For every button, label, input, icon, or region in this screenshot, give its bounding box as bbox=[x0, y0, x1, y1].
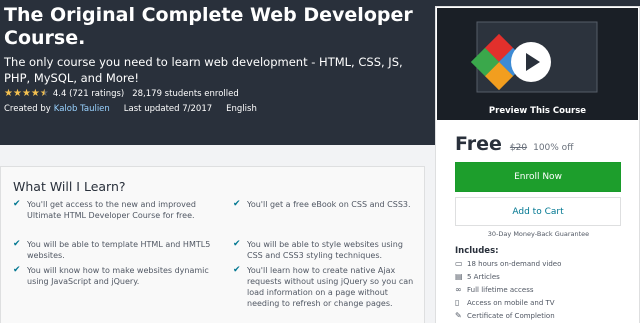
mobile-icon: ▯ bbox=[455, 298, 460, 307]
star-icon: ★ bbox=[4, 88, 13, 99]
video-icon: ▭ bbox=[455, 259, 463, 268]
learn-item: ✔ You will be able to style websites usi… bbox=[233, 239, 418, 261]
learn-item: ✔ You will be able to template HTML and … bbox=[13, 239, 213, 261]
course-preview[interactable]: Preview This Course bbox=[437, 8, 638, 120]
check-icon: ✔ bbox=[233, 199, 241, 209]
learn-item-text: You will be able to style websites using… bbox=[247, 240, 403, 260]
learn-item-text: You will be able to template HTML and HM… bbox=[27, 240, 211, 260]
created-by-label: Created by bbox=[4, 104, 51, 114]
learn-item: ✔ You'll get a free eBook on CSS and CSS… bbox=[233, 199, 418, 210]
current-price: Free bbox=[455, 133, 502, 155]
star-rating: ★ ★ ★ ★ ★ bbox=[4, 89, 49, 99]
star-icon: ★ bbox=[30, 88, 40, 99]
check-icon: ✔ bbox=[13, 199, 21, 209]
include-item: ▭ 18 hours on-demand video bbox=[455, 259, 561, 268]
include-text: 18 hours on-demand video bbox=[467, 259, 562, 268]
learn-item-text: You'll get access to the new and improve… bbox=[27, 200, 196, 220]
rating-row: ★ ★ ★ ★ ★ 4.4 (721 ratings) 28,179 stude… bbox=[4, 87, 239, 101]
article-icon: ▤ bbox=[455, 272, 463, 281]
include-item: ∞ Full lifetime access bbox=[455, 285, 533, 294]
star-icon: ★ bbox=[12, 88, 22, 99]
play-icon[interactable] bbox=[511, 42, 551, 82]
learn-item: ✔ You'll learn how to create native Ajax… bbox=[233, 265, 418, 309]
check-icon: ✔ bbox=[13, 239, 21, 249]
preview-label: Preview This Course bbox=[488, 106, 587, 116]
half-star-icon: ★ bbox=[39, 88, 49, 99]
add-to-cart-button[interactable]: Add to Cart bbox=[455, 197, 621, 226]
check-icon: ✔ bbox=[233, 265, 241, 275]
price-row: Free $20 100% off bbox=[455, 133, 573, 155]
check-icon: ✔ bbox=[233, 239, 241, 249]
learn-item-text: You'll learn how to create native Ajax r… bbox=[247, 266, 414, 308]
discount: 100% off bbox=[533, 143, 574, 153]
include-text: Certificate of Completion bbox=[467, 311, 555, 320]
includes-heading: Includes: bbox=[455, 246, 499, 256]
enroll-now-button[interactable]: Enroll Now bbox=[455, 162, 621, 192]
purchase-sidebar: Preview This Course Free $20 100% off En… bbox=[435, 6, 640, 323]
include-text: Full lifetime access bbox=[467, 285, 534, 294]
include-text: Access on mobile and TV bbox=[467, 298, 555, 307]
course-meta: Created by Kalob Taulien Last updated 7/… bbox=[4, 103, 257, 115]
include-item: ▯ Access on mobile and TV bbox=[455, 298, 555, 307]
check-icon: ✔ bbox=[13, 265, 21, 275]
original-price: $20 bbox=[509, 143, 528, 153]
author-link[interactable]: Kalob Taulien bbox=[54, 104, 110, 114]
certificate-icon: ✎ bbox=[455, 311, 462, 320]
what-will-i-learn: What Will I Learn? ✔ You'll get access t… bbox=[0, 166, 425, 323]
star-icon: ★ bbox=[21, 88, 31, 99]
include-text: 5 Articles bbox=[467, 272, 500, 281]
learn-item: ✔ You'll get access to the new and impro… bbox=[13, 199, 213, 221]
infinity-icon: ∞ bbox=[455, 285, 462, 294]
students-enrolled: 28,179 students enrolled bbox=[132, 89, 239, 99]
language: English bbox=[226, 104, 257, 114]
learn-heading: What Will I Learn? bbox=[13, 179, 126, 194]
rating-value: 4.4 (721 ratings) bbox=[52, 89, 125, 99]
learn-item: ✔ You will know how to make websites dyn… bbox=[13, 265, 213, 287]
learn-item-text: You will know how to make websites dynam… bbox=[27, 266, 209, 286]
include-item: ✎ Certificate of Completion bbox=[455, 311, 555, 320]
include-item: ▤ 5 Articles bbox=[455, 272, 500, 281]
course-subtitle: The only course you need to learn web de… bbox=[4, 55, 403, 85]
learn-item-text: You'll get a free eBook on CSS and CSS3. bbox=[247, 200, 411, 209]
money-back-guarantee: 30-Day Money-Back Guarantee bbox=[487, 230, 590, 238]
course-title: The Original Complete Web Developer Cour… bbox=[4, 4, 413, 49]
last-updated: Last updated 7/2017 bbox=[123, 104, 213, 114]
